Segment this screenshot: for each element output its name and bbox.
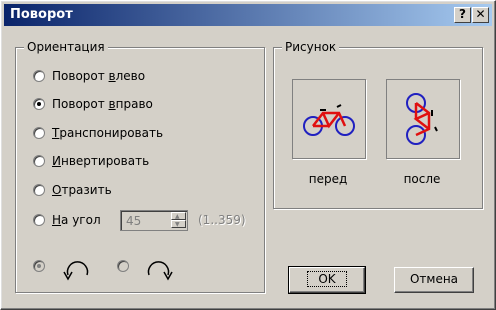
radio-rotate-right[interactable]: Поворот в право [33, 95, 153, 113]
rotate-dialog: Поворот ? ✕ Ориентация Поворот в лево Пов… [0, 0, 496, 310]
radio-rotate-left[interactable]: Поворот в лево [33, 67, 145, 85]
radio-label-prefix: Поворот [52, 69, 109, 83]
radio-label-rest: право [115, 97, 153, 111]
title-bar: Поворот ? ✕ [4, 4, 492, 26]
radio-label-key: Т [52, 126, 60, 140]
bicycle-icon [406, 93, 438, 145]
radio-button[interactable] [33, 214, 45, 226]
before-label: перед [308, 172, 348, 186]
radio-label-rest: тразить [61, 183, 112, 197]
rotate-ccw-icon [63, 261, 89, 281]
radio-label-rest: а угол [61, 213, 101, 227]
spin-down-button[interactable]: ▼ [171, 220, 186, 228]
radio-transpose[interactable]: Транспонировать [33, 124, 163, 142]
angle-spinner[interactable]: 45 ▲ ▼ [120, 210, 188, 231]
after-label: после [403, 172, 441, 186]
radio-label-key: в [108, 69, 116, 83]
spin-up-button[interactable]: ▲ [171, 212, 186, 220]
radio-button[interactable] [33, 155, 45, 167]
close-button[interactable]: ✕ [472, 7, 489, 23]
angle-value[interactable]: 45 [126, 214, 141, 228]
window-title: Поворот [10, 7, 73, 22]
orientation-legend: Ориентация [24, 40, 108, 54]
help-button[interactable]: ? [454, 7, 471, 23]
ok-button[interactable]: OK [288, 266, 366, 294]
cancel-button-label: Отмена [409, 272, 459, 286]
ok-button-label: OK [307, 271, 347, 287]
arrow-down-icon: ▼ [175, 221, 180, 228]
radio-button[interactable] [33, 98, 45, 110]
rotate-cw-icon [147, 261, 173, 281]
radio-label-rest: лево [115, 69, 146, 83]
radio-label-prefix: Поворот [52, 97, 109, 111]
radio-direction-cw[interactable] [117, 257, 136, 275]
radio-button[interactable] [33, 184, 45, 196]
radio-invert[interactable]: Инвертировать [33, 152, 149, 170]
radio-label-rest: ранспонировать [59, 126, 164, 140]
radio-button[interactable] [117, 260, 129, 272]
radio-direction-ccw[interactable] [33, 257, 52, 275]
bicycle-icon [303, 104, 355, 136]
radio-by-angle[interactable]: На угол [33, 211, 101, 229]
radio-label-key: И [52, 154, 61, 168]
before-preview [292, 79, 366, 159]
cancel-button[interactable]: Отмена [394, 267, 474, 293]
radio-label-key: Н [52, 213, 62, 227]
radio-button[interactable] [33, 260, 45, 272]
radio-button[interactable] [33, 70, 45, 82]
angle-range: (1..359) [198, 213, 246, 227]
radio-label-key: О [52, 183, 62, 197]
radio-label-rest: нвертировать [60, 154, 150, 168]
radio-mirror[interactable]: Отразить [33, 181, 112, 199]
picture-legend: Рисунок [282, 40, 340, 54]
radio-button[interactable] [33, 127, 45, 139]
radio-label-key: в [108, 97, 116, 111]
after-preview [386, 79, 460, 159]
